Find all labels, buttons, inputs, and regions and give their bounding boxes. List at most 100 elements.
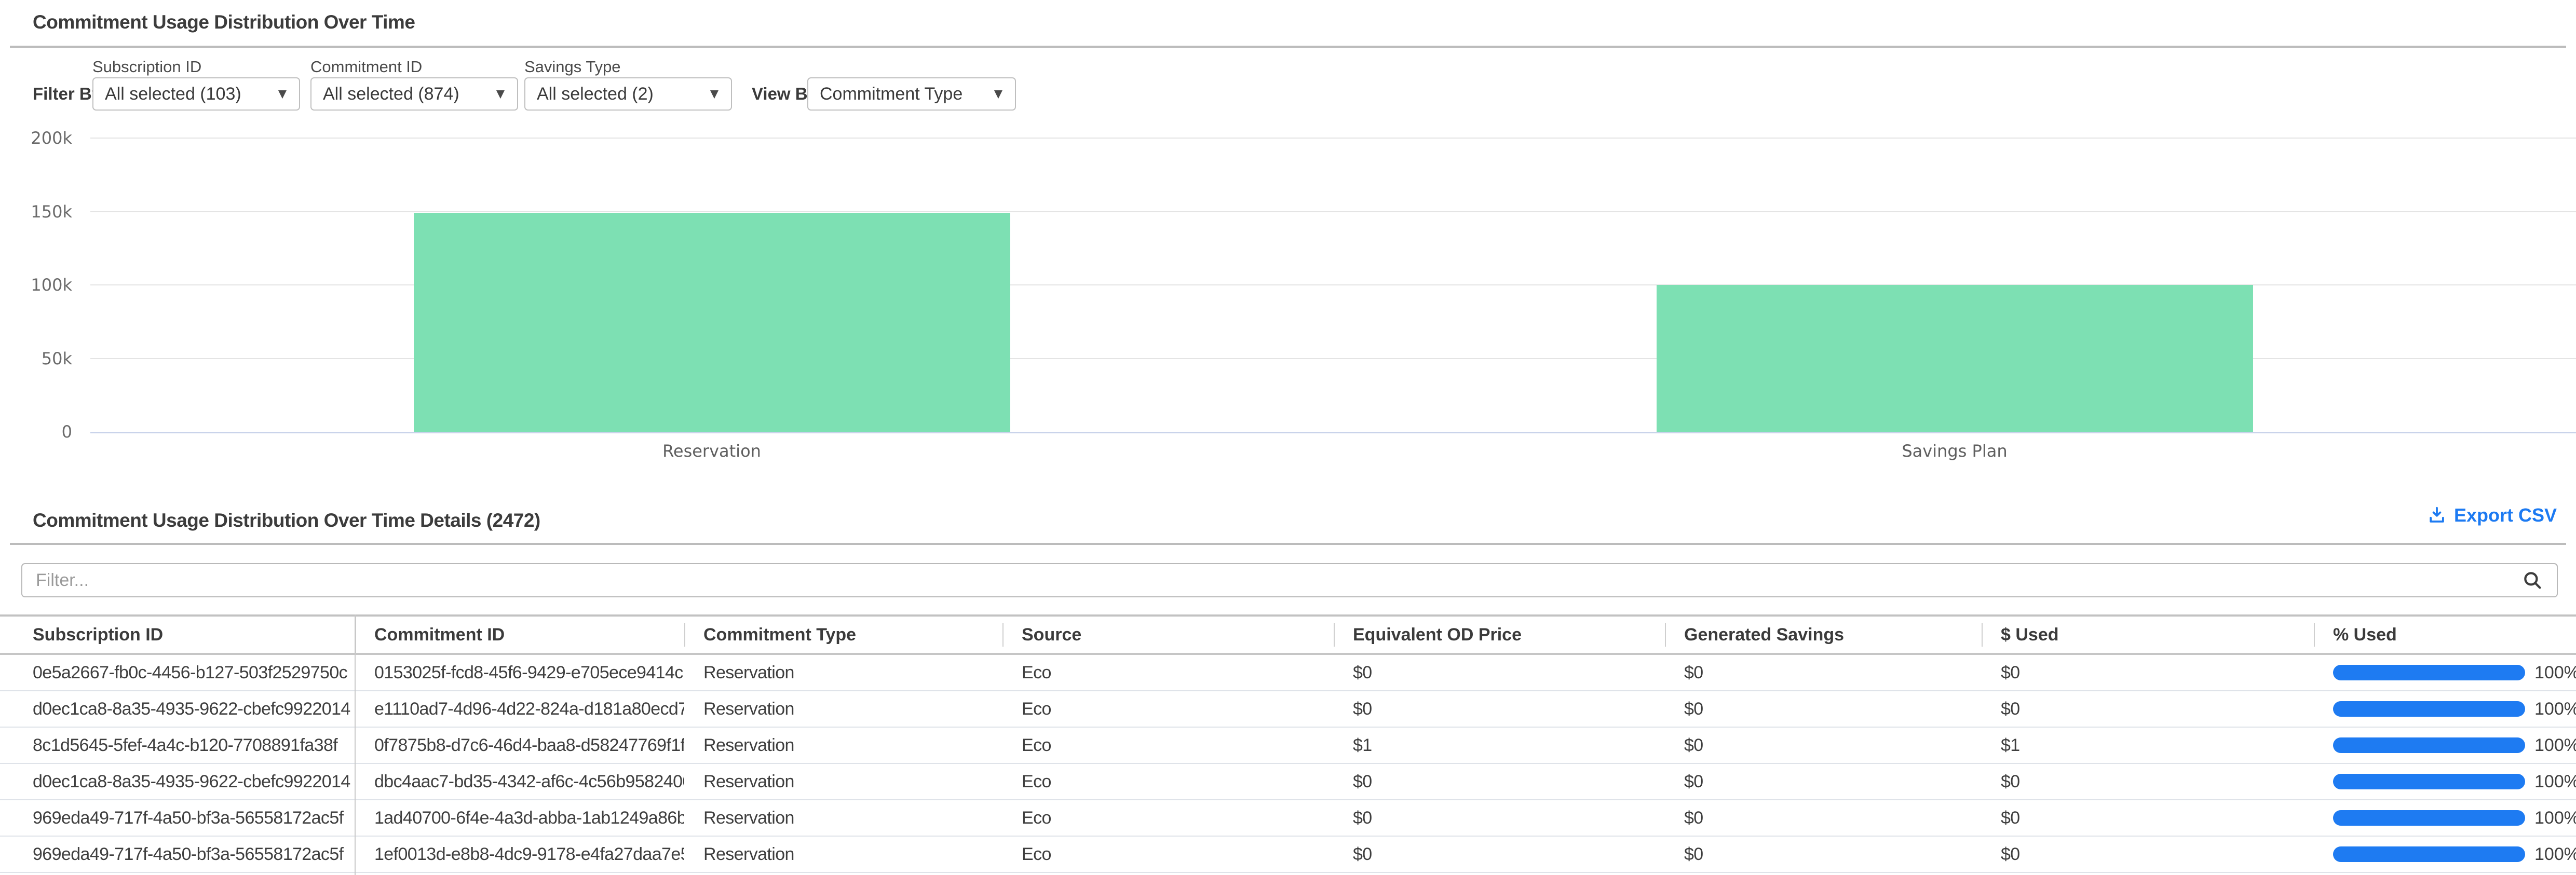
view-by-dropdown[interactable]: Commitment Type ▼ bbox=[807, 77, 1016, 111]
search-icon[interactable] bbox=[2521, 569, 2543, 591]
savings-type-dropdown[interactable]: All selected (2) ▼ bbox=[524, 77, 732, 111]
usage-progress-bar bbox=[2333, 701, 2525, 717]
cell-subscription_id: 8c1d5645-5fef-4a4c-b120-7708891fa38f bbox=[0, 728, 355, 763]
table-body: 0e5a2667-fb0c-4456-b127-503f2529750c0153… bbox=[0, 655, 2576, 873]
table-header-row: Subscription IDCommitment IDCommitment T… bbox=[0, 614, 2576, 655]
table-row: 8c1d5645-5fef-4a4c-b120-7708891fa38f0f78… bbox=[0, 728, 2576, 764]
dropdown-value: All selected (2) bbox=[525, 84, 654, 104]
cell-generated_savings: $0 bbox=[1665, 655, 1982, 690]
bar-reservation[interactable] bbox=[414, 213, 1010, 432]
usage-percent-label: 100% bbox=[2534, 735, 2576, 756]
y-axis-tick-label: 150k bbox=[0, 201, 72, 222]
cell-equivalent_od_price: $0 bbox=[1334, 691, 1665, 727]
cell-commitment_type: Reservation bbox=[684, 728, 1002, 763]
savings-type-label: Savings Type bbox=[524, 59, 732, 77]
column-header-commitment_type[interactable]: Commitment Type bbox=[684, 617, 1002, 653]
cell-commitment_id: e1110ad7-4d96-4d22-824a-d181a80ecd7d bbox=[355, 691, 684, 727]
column-header-equivalent_od_price[interactable]: Equivalent OD Price bbox=[1334, 617, 1665, 653]
column-header-source[interactable]: Source bbox=[1002, 617, 1334, 653]
pinned-column-divider bbox=[355, 614, 356, 875]
subscription-id-filter-group: Subscription ID All selected (103) ▼ bbox=[92, 59, 300, 111]
page-title: Commitment Usage Distribution Over Time bbox=[33, 11, 415, 33]
commitment-id-label: Commitment ID bbox=[310, 59, 518, 77]
cell-commitment_type: Reservation bbox=[684, 764, 1002, 799]
cell-commitment_type: Reservation bbox=[684, 800, 1002, 836]
usage-percent-label: 100% bbox=[2534, 663, 2576, 683]
cell-used_pct: 100% bbox=[2314, 655, 2576, 690]
cell-subscription_id: 969eda49-717f-4a50-bf3a-56558172ac5f bbox=[0, 800, 355, 836]
cell-equivalent_od_price: $1 bbox=[1334, 728, 1665, 763]
cell-source: Eco bbox=[1002, 728, 1334, 763]
cell-generated_savings: $0 bbox=[1665, 837, 1982, 872]
cell-commitment_id: 0153025f-fcd8-45f6-9429-e705ece9414c bbox=[355, 655, 684, 690]
commitment-usage-page: Commitment Usage Distribution Over Time … bbox=[0, 0, 2576, 875]
details-title: Commitment Usage Distribution Over Time … bbox=[33, 510, 540, 531]
cell-equivalent_od_price: $0 bbox=[1334, 655, 1665, 690]
column-header-generated_savings[interactable]: Generated Savings bbox=[1665, 617, 1982, 653]
usage-bar-chart: 050k100k150k200k ReservationSavings Plan bbox=[0, 138, 2576, 475]
cell-equivalent_od_price: $0 bbox=[1334, 800, 1665, 836]
usage-progress-bar bbox=[2333, 774, 2525, 789]
cell-source: Eco bbox=[1002, 800, 1334, 836]
dropdown-value: All selected (874) bbox=[311, 84, 459, 104]
chart-plot-area bbox=[90, 138, 2576, 433]
usage-percent-label: 100% bbox=[2534, 808, 2576, 828]
cell-used_pct: 100% bbox=[2314, 764, 2576, 799]
cell-subscription_id: 0e5a2667-fb0c-4456-b127-503f2529750c bbox=[0, 655, 355, 690]
export-csv-button[interactable]: Export CSV bbox=[2427, 504, 2557, 526]
chevron-down-icon: ▼ bbox=[496, 88, 505, 100]
table-filter bbox=[21, 563, 2558, 597]
table-row: d0ec1ca8-8a35-4935-9622-cbefc9922014e111… bbox=[0, 691, 2576, 728]
cell-subscription_id: d0ec1ca8-8a35-4935-9622-cbefc9922014 bbox=[0, 691, 355, 727]
y-axis-tick-label: 200k bbox=[0, 128, 72, 148]
commitment-id-dropdown[interactable]: All selected (874) ▼ bbox=[310, 77, 518, 111]
x-axis-tick-label: Savings Plan bbox=[1902, 441, 2007, 461]
export-csv-label: Export CSV bbox=[2454, 504, 2557, 526]
cell-used_pct: 100% bbox=[2314, 728, 2576, 763]
cell-subscription_id: 969eda49-717f-4a50-bf3a-56558172ac5f bbox=[0, 837, 355, 872]
y-axis-tick-label: 0 bbox=[0, 421, 72, 442]
dropdown-value: Commitment Type bbox=[808, 84, 962, 104]
cell-used_pct: 100% bbox=[2314, 837, 2576, 872]
cell-used_pct: 100% bbox=[2314, 691, 2576, 727]
cell-used: $0 bbox=[1982, 764, 2314, 799]
usage-progress-bar bbox=[2333, 810, 2525, 826]
usage-percent-label: 100% bbox=[2534, 844, 2576, 865]
cell-commitment_id: 1ef0013d-e8b8-4dc9-9178-e4fa27daa7e5 bbox=[355, 837, 684, 872]
column-header-subscription_id[interactable]: Subscription ID bbox=[0, 617, 355, 653]
cell-equivalent_od_price: $0 bbox=[1334, 764, 1665, 799]
commitment-id-filter-group: Commitment ID All selected (874) ▼ bbox=[310, 59, 518, 111]
bar-savings-plan[interactable] bbox=[1657, 285, 2253, 432]
usage-percent-label: 100% bbox=[2534, 699, 2576, 719]
title-divider bbox=[10, 46, 2566, 48]
gridline bbox=[90, 138, 2576, 139]
usage-percent-label: 100% bbox=[2534, 772, 2576, 792]
details-table: Subscription IDCommitment IDCommitment T… bbox=[0, 614, 2576, 875]
cell-used: $0 bbox=[1982, 655, 2314, 690]
cell-used: $0 bbox=[1982, 691, 2314, 727]
column-header-commitment_id[interactable]: Commitment ID bbox=[355, 617, 684, 653]
cell-used: $1 bbox=[1982, 728, 2314, 763]
table-row: 969eda49-717f-4a50-bf3a-56558172ac5f1ef0… bbox=[0, 837, 2576, 873]
table-filter-input[interactable] bbox=[21, 563, 2558, 597]
cell-generated_savings: $0 bbox=[1665, 800, 1982, 836]
cell-used: $0 bbox=[1982, 800, 2314, 836]
column-header-used_pct[interactable]: % Used bbox=[2314, 617, 2576, 653]
cell-generated_savings: $0 bbox=[1665, 764, 1982, 799]
usage-progress-bar bbox=[2333, 737, 2525, 753]
subscription-id-dropdown[interactable]: All selected (103) ▼ bbox=[92, 77, 300, 111]
view-by-group: Commitment Type ▼ bbox=[807, 77, 1016, 111]
y-axis-tick-label: 100k bbox=[0, 275, 72, 295]
column-header-used[interactable]: $ Used bbox=[1982, 617, 2314, 653]
cell-commitment_type: Reservation bbox=[684, 655, 1002, 690]
cell-subscription_id: d0ec1ca8-8a35-4935-9622-cbefc9922014 bbox=[0, 764, 355, 799]
cell-source: Eco bbox=[1002, 764, 1334, 799]
cell-equivalent_od_price: $0 bbox=[1334, 837, 1665, 872]
cell-commitment_type: Reservation bbox=[684, 837, 1002, 872]
chevron-down-icon: ▼ bbox=[710, 88, 718, 100]
y-axis-tick-label: 50k bbox=[0, 348, 72, 369]
usage-progress-bar bbox=[2333, 846, 2525, 862]
x-axis-tick-label: Reservation bbox=[662, 441, 761, 461]
cell-commitment_id: 1ad40700-6f4e-4a3d-abba-1ab1249a86bd bbox=[355, 800, 684, 836]
table-row: d0ec1ca8-8a35-4935-9622-cbefc9922014dbc4… bbox=[0, 764, 2576, 800]
